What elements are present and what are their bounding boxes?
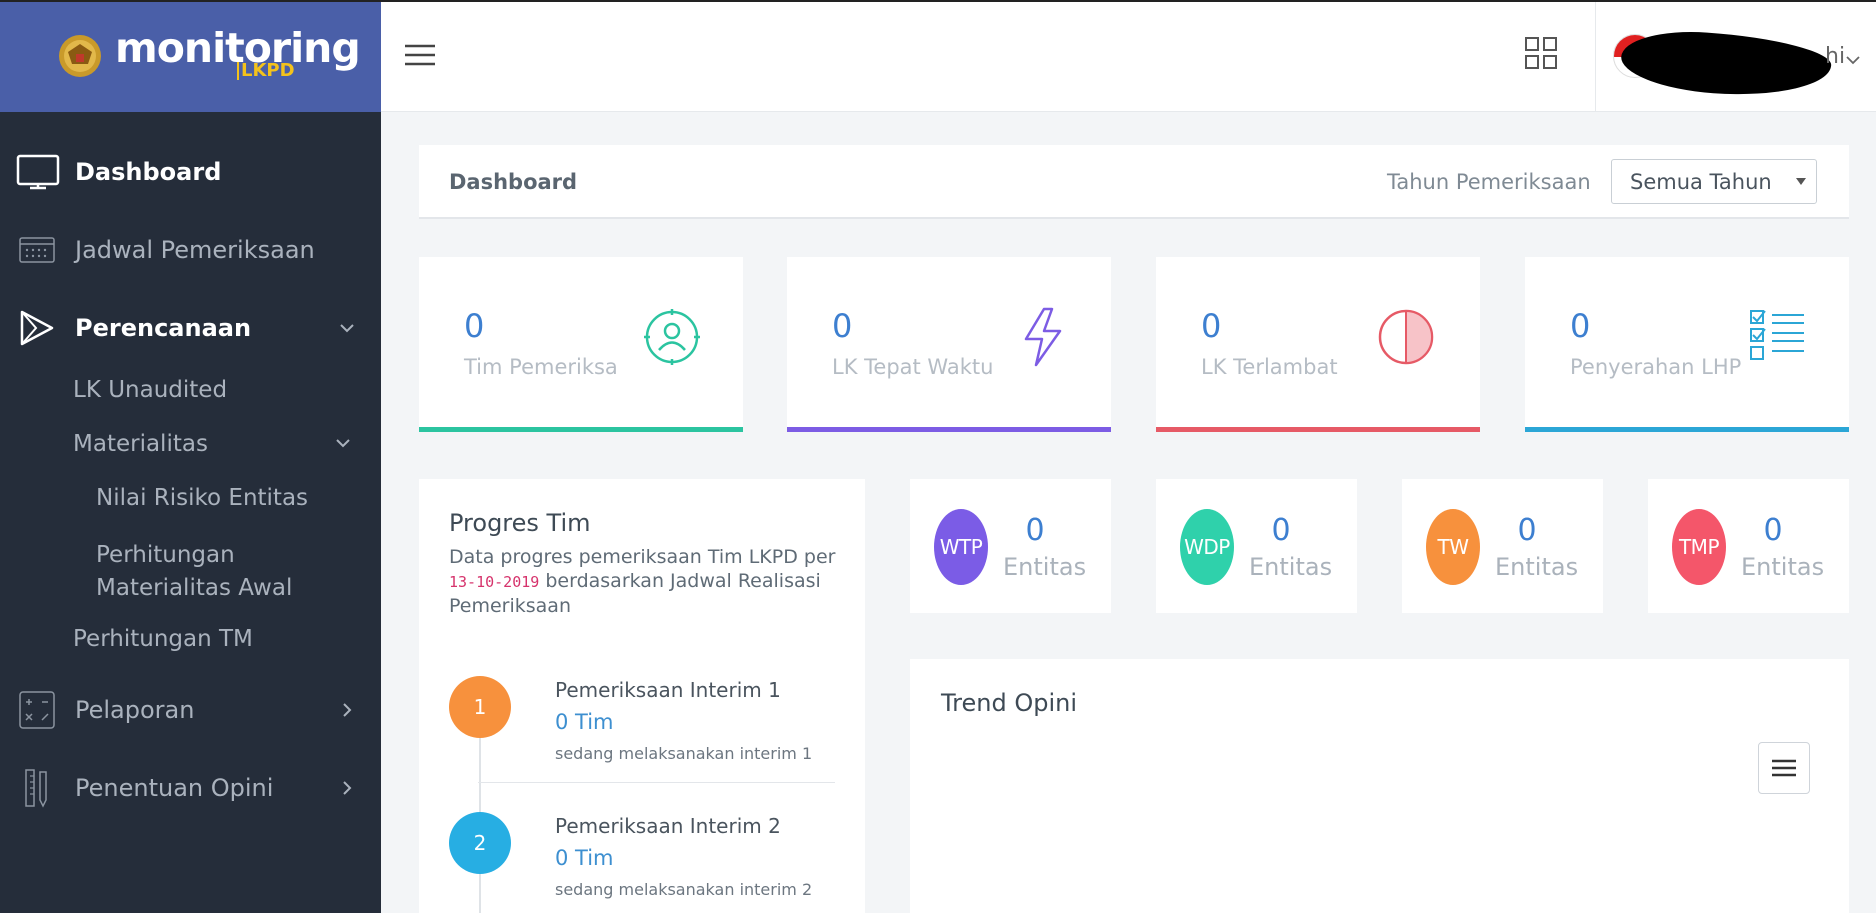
opini-badge: WTP [934, 509, 988, 585]
opini-value: 0 [1025, 513, 1045, 548]
stat-card-lk-terlambat: 0 LK Terlambat [1156, 257, 1480, 432]
trend-opini-panel: Trend Opini [910, 659, 1849, 913]
step-count: 0 Tim [555, 846, 614, 870]
garuda-emblem-icon [59, 35, 101, 77]
stat-accent-bar [1525, 427, 1849, 432]
window-top-border [0, 0, 1876, 2]
step-title: Pemeriksaan Interim 2 [555, 814, 781, 838]
calculator-icon [19, 691, 55, 729]
sidebar-item-label: Dashboard [75, 158, 222, 186]
stat-label: Penyerahan LHP [1570, 355, 1742, 379]
sidebar-subitem-materialitas[interactable]: Materialitas [73, 431, 208, 457]
user-name: hi [1825, 44, 1846, 69]
brand-sub: LKPD [237, 62, 295, 80]
sidebar-subitem-perhitungan-tm[interactable]: Perhitungan TM [73, 626, 253, 652]
calendar-icon [19, 237, 55, 263]
redacted-username [1619, 26, 1833, 102]
sidebar-item-jadwal[interactable]: Jadwal Pemeriksaan [0, 224, 381, 276]
opini-value: 0 [1763, 513, 1783, 548]
half-circle-icon [1378, 309, 1434, 365]
stat-label: Tim Pemeriksa [464, 355, 618, 379]
chevron-right-icon [343, 703, 352, 717]
stat-value: 0 [1570, 307, 1591, 345]
sidebar: monitoring LKPD Dashboard Jadwal Pemerik… [0, 0, 381, 913]
opini-card-tmp: TMP 0 Entitas [1648, 479, 1849, 613]
stat-label: LK Terlambat [1201, 355, 1338, 379]
opini-card-wdp: WDP 0 Entitas [1156, 479, 1357, 613]
step-number: 1 [449, 676, 511, 738]
stat-card-penyerahan-lhp: 0 Penyerahan LHP [1525, 257, 1849, 432]
brand-logo[interactable]: monitoring LKPD [0, 2, 381, 112]
user-menu[interactable]: hi [1613, 26, 1860, 102]
opini-badge: WDP [1180, 509, 1234, 585]
opini-badge: TMP [1672, 509, 1726, 585]
stat-value: 0 [464, 307, 485, 345]
caret-down-icon [1796, 178, 1806, 185]
stat-card-lk-tepat-waktu: 0 LK Tepat Waktu [787, 257, 1111, 432]
menu-icon [1772, 759, 1796, 777]
play-icon [20, 310, 54, 346]
hamburger-menu-icon[interactable] [403, 40, 437, 70]
opini-card-tw: TW 0 Entitas [1402, 479, 1603, 613]
opini-unit: Entitas [1495, 553, 1579, 581]
chevron-down-icon [336, 439, 350, 448]
chevron-right-icon [343, 781, 352, 795]
panel-description: Data progres pemeriksaan Tim LKPD per 13… [449, 545, 849, 618]
desc-date: 13-10-2019 [449, 573, 540, 591]
step-note: sedang melaksanakan interim 2 [555, 880, 813, 899]
sidebar-item-perencanaan[interactable]: Perencanaan [0, 302, 381, 354]
step-divider [478, 782, 835, 783]
stat-accent-bar [787, 427, 1111, 432]
top-header: hi [381, 2, 1876, 112]
sidebar-item-label: Penentuan Opini [75, 774, 274, 802]
sidebar-item-label: Pelaporan [75, 696, 195, 724]
sidebar-item-label: Perencanaan [75, 314, 252, 342]
chart-menu-button[interactable] [1758, 742, 1810, 794]
sidebar-subitem-lk-unaudited[interactable]: LK Unaudited [73, 377, 227, 403]
panel-title: Progres Tim [449, 509, 591, 537]
stat-label: LK Tepat Waktu [832, 355, 994, 379]
lightning-icon [1024, 307, 1062, 367]
stat-accent-bar [419, 427, 743, 432]
header-divider [1595, 2, 1596, 112]
stat-value: 0 [1201, 307, 1222, 345]
step-number: 2 [449, 812, 511, 874]
sidebar-item-dashboard[interactable]: Dashboard [0, 146, 381, 198]
opini-value: 0 [1517, 513, 1537, 548]
checklist-icon [1750, 310, 1804, 360]
year-filter-label: Tahun Pemeriksaan [1387, 170, 1591, 194]
desc-text: Data progres pemeriksaan Tim LKPD per [449, 546, 836, 568]
year-select[interactable]: Semua Tahun [1611, 159, 1817, 204]
stat-card-tim-pemeriksa: 0 Tim Pemeriksa [419, 257, 743, 432]
opini-unit: Entitas [1003, 553, 1087, 581]
sidebar-item-penentuan-opini[interactable]: Penentuan Opini [0, 762, 381, 814]
panel-title: Trend Opini [941, 689, 1077, 717]
step-count: 0 Tim [555, 710, 614, 734]
pencil-ruler-icon [25, 769, 47, 808]
opini-value: 0 [1271, 513, 1291, 548]
step-title: Pemeriksaan Interim 1 [555, 678, 781, 702]
page-title-card: Dashboard Tahun Pemeriksaan Semua Tahun [419, 145, 1849, 219]
monitor-icon [16, 154, 60, 190]
page-title: Dashboard [449, 170, 578, 194]
sidebar-subitem-nilai-risiko[interactable]: Nilai Risiko Entitas [96, 485, 308, 511]
opini-unit: Entitas [1741, 553, 1825, 581]
year-select-value: Semua Tahun [1630, 170, 1772, 194]
person-target-icon [644, 309, 700, 365]
stat-value: 0 [832, 307, 853, 345]
apps-grid-icon[interactable] [1524, 36, 1558, 70]
chevron-down-icon [1846, 56, 1860, 65]
opini-unit: Entitas [1249, 553, 1333, 581]
chevron-down-icon [340, 324, 354, 333]
step-note: sedang melaksanakan interim 1 [555, 744, 813, 763]
stat-accent-bar [1156, 427, 1480, 432]
opini-card-wtp: WTP 0 Entitas [910, 479, 1111, 613]
sidebar-subitem-perhitungan-materialitas[interactable]: Perhitungan Materialitas Awal [96, 539, 326, 605]
sidebar-item-pelaporan[interactable]: Pelaporan [0, 684, 381, 736]
opini-badge: TW [1426, 509, 1480, 585]
sidebar-item-label: Jadwal Pemeriksaan [75, 236, 315, 264]
